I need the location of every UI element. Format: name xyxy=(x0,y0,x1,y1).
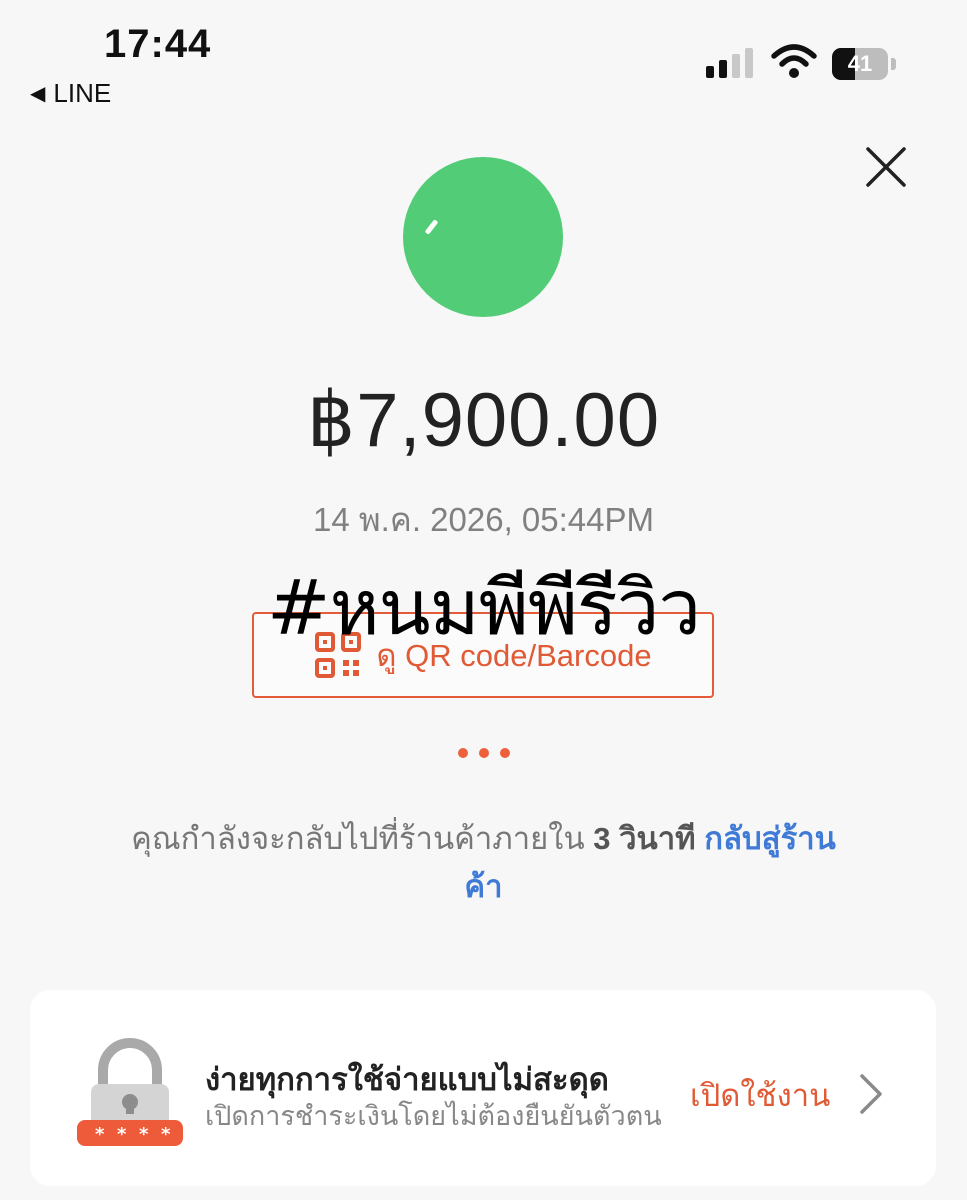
promo-subtitle: เปิดการชำระเงินโดยไม่ต้องยืนยันตัวตน xyxy=(205,1101,662,1131)
back-app-label: LINE xyxy=(53,78,112,108)
back-to-app-button[interactable]: ◀ LINE xyxy=(30,78,111,109)
svg-text:*: * xyxy=(139,1124,149,1145)
success-icon xyxy=(403,157,563,317)
status-time: 17:44 xyxy=(104,22,212,66)
payment-amount: ฿7,900.00 xyxy=(306,378,661,463)
battery-level: 41 xyxy=(847,51,873,76)
more-dots xyxy=(458,748,510,758)
success-mark xyxy=(424,219,439,235)
redirect-message: คุณกำลังจะกลับไปที่ร้านค้าภายใน 3 วินาที… xyxy=(120,815,847,911)
back-icon: ◀ xyxy=(30,82,46,105)
lock-icon: * * * * xyxy=(77,1038,183,1146)
payment-datetime: 14 พ.ค. 2026, 05:44PM xyxy=(312,501,655,538)
chevron-right-icon[interactable] xyxy=(856,1072,886,1116)
redirect-seconds: 3 xyxy=(593,821,611,856)
battery-cap xyxy=(891,58,896,70)
signal-icon xyxy=(706,48,753,78)
redirect-prefix: คุณกำลังจะกลับไปที่ร้านค้าภายใน xyxy=(131,821,585,856)
wifi-icon xyxy=(771,44,817,78)
battery-icon: 41 xyxy=(832,48,888,80)
svg-text:*: * xyxy=(95,1124,105,1145)
close-icon[interactable] xyxy=(862,143,910,191)
promo-card[interactable]: * * * * ง่ายทุกการใช้จ่ายแบบไม่สะดุด เปิดกา… xyxy=(30,990,936,1186)
svg-text:*: * xyxy=(117,1124,127,1145)
enable-button[interactable]: เปิดใช้งาน xyxy=(690,1070,830,1120)
redirect-unit: วินาที xyxy=(619,821,696,856)
svg-text:*: * xyxy=(161,1124,171,1145)
watermark-text: #หนมพีพีรีวิว xyxy=(266,563,701,652)
